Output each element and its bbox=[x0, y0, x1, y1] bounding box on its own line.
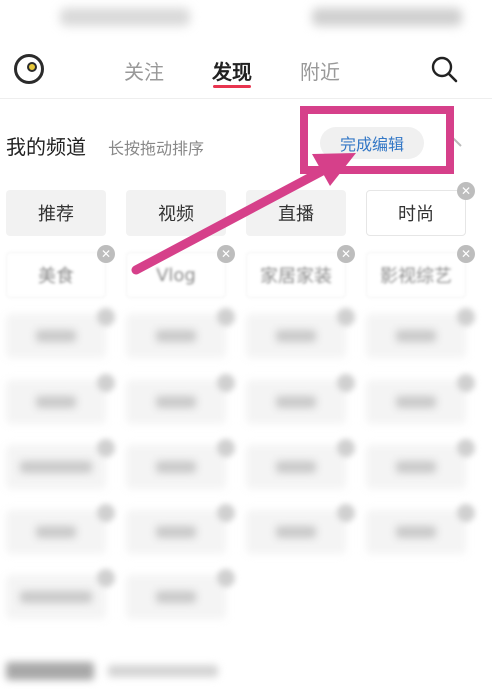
blurred-text bbox=[396, 526, 436, 538]
top-nav: 关注 发现 附近 bbox=[0, 42, 492, 98]
search-icon[interactable] bbox=[430, 55, 458, 83]
tab-nearby[interactable]: 附近 bbox=[300, 56, 340, 85]
status-bar bbox=[0, 0, 492, 40]
blurred-text bbox=[36, 526, 76, 538]
blurred-close-icon bbox=[457, 504, 475, 522]
blurred-text bbox=[276, 396, 316, 408]
blurred-close-icon bbox=[457, 439, 475, 457]
blurred-text bbox=[36, 396, 76, 408]
blurred-close-icon bbox=[217, 569, 235, 587]
close-icon[interactable]: ✕ bbox=[457, 245, 475, 263]
blurred-text bbox=[36, 330, 76, 342]
logo-icon[interactable] bbox=[14, 54, 44, 84]
blurred-text bbox=[396, 396, 436, 408]
blurred-close-icon bbox=[457, 308, 475, 326]
blurred-section-title bbox=[6, 662, 94, 680]
tab-follow[interactable]: 关注 bbox=[124, 56, 164, 85]
close-icon[interactable]: ✕ bbox=[337, 245, 355, 263]
logo-dot bbox=[27, 62, 37, 72]
active-tab-indicator bbox=[213, 85, 251, 88]
blurred-text bbox=[156, 461, 196, 473]
blurred-text bbox=[20, 461, 92, 473]
blurred-text bbox=[396, 330, 436, 342]
channel-chip-recommend[interactable]: 推荐 bbox=[6, 190, 106, 236]
blurred-close-icon bbox=[97, 374, 115, 392]
status-bar-blur-left bbox=[60, 8, 190, 26]
blurred-close-icon bbox=[337, 504, 355, 522]
blurred-close-icon bbox=[457, 374, 475, 392]
channel-chip-live[interactable]: 直播 bbox=[246, 190, 346, 236]
blurred-close-icon bbox=[97, 504, 115, 522]
blurred-text bbox=[156, 526, 196, 538]
channel-chip-fashion[interactable]: 时尚 bbox=[366, 190, 466, 236]
blurred-text bbox=[156, 330, 196, 342]
channel-chip-video[interactable]: 视频 bbox=[126, 190, 226, 236]
annotation-highlight-box bbox=[300, 106, 454, 174]
blurred-text bbox=[276, 330, 316, 342]
tab-discover[interactable]: 发现 bbox=[212, 56, 252, 85]
blurred-text bbox=[276, 526, 316, 538]
blurred-text bbox=[156, 591, 196, 603]
channel-hint: 长按拖动排序 bbox=[108, 139, 205, 158]
blurred-text bbox=[156, 396, 196, 408]
blurred-close-icon bbox=[97, 439, 115, 457]
blurred-close-icon bbox=[337, 439, 355, 457]
blurred-close-icon bbox=[337, 374, 355, 392]
status-bar-blur-right bbox=[312, 8, 462, 26]
blurred-text bbox=[20, 591, 92, 603]
blurred-close-icon bbox=[217, 439, 235, 457]
close-icon[interactable]: ✕ bbox=[217, 245, 235, 263]
blurred-text bbox=[396, 461, 436, 473]
blurred-close-icon bbox=[217, 504, 235, 522]
blurred-close-icon bbox=[217, 308, 235, 326]
blurred-section-hint bbox=[108, 665, 218, 677]
blurred-close-icon bbox=[97, 569, 115, 587]
blurred-channel-grid bbox=[0, 290, 492, 689]
blurred-close-icon bbox=[337, 308, 355, 326]
blurred-close-icon bbox=[97, 308, 115, 326]
close-icon[interactable]: ✕ bbox=[457, 182, 475, 200]
nav-divider bbox=[0, 98, 492, 99]
blurred-close-icon bbox=[217, 374, 235, 392]
blurred-text bbox=[276, 461, 316, 473]
channel-title: 我的频道 bbox=[6, 135, 86, 159]
close-icon[interactable]: ✕ bbox=[97, 245, 115, 263]
